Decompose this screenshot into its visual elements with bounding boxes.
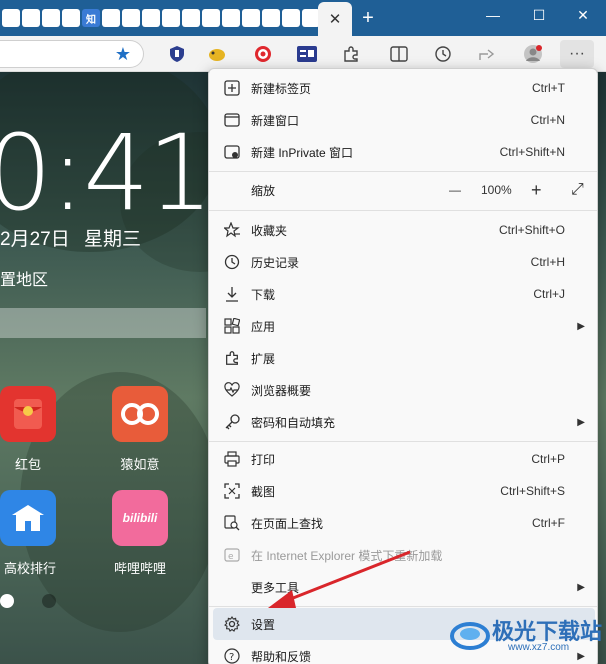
aurora-logo-icon: [450, 622, 490, 650]
annotation-arrow: [268, 550, 411, 608]
watermark-url: www.xz7.com: [508, 642, 570, 653]
watermark-logo: 极光下载站 www.xz7.com: [448, 612, 604, 658]
